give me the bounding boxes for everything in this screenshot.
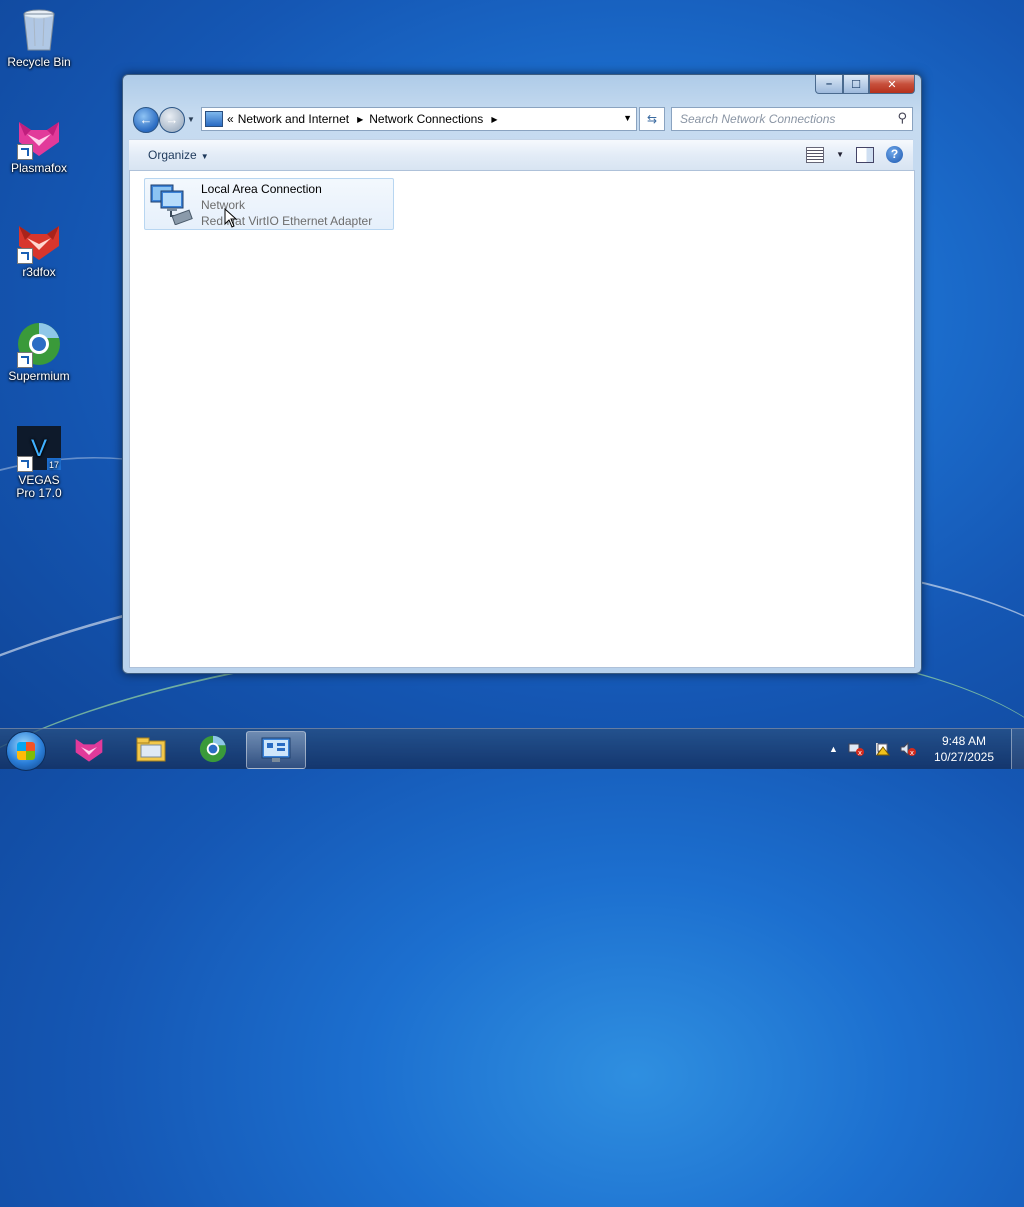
help-icon[interactable]: ?: [886, 146, 903, 163]
shortcut-arrow-icon: [17, 352, 33, 368]
network-connections-window: – ☐ ✕ ← → ▼ « Network and Internet ▶ Net…: [122, 74, 922, 674]
plasmafox-icon: [15, 112, 63, 160]
recent-pages-dropdown[interactable]: ▼: [187, 115, 195, 124]
volume-muted-icon[interactable]: x: [900, 741, 916, 757]
clock[interactable]: 9:48 AM 10/27/2025: [934, 733, 994, 765]
address-overflow[interactable]: «: [227, 112, 234, 126]
connection-item-local-area[interactable]: Local Area Connection Network Red Hat Vi…: [144, 178, 394, 230]
back-button[interactable]: ←: [133, 107, 159, 133]
system-tray: ▲ x x 9:48 AM 10/27/2025: [829, 731, 994, 767]
arrow-right-icon: →: [165, 112, 179, 127]
network-folder-icon: [205, 111, 223, 127]
vegas-pro-icon: V 17: [15, 424, 63, 472]
organize-menu-button[interactable]: Organize ▼: [148, 148, 209, 162]
taskbar-plasmafox[interactable]: [60, 731, 118, 767]
desktop-icon-recycle-bin[interactable]: Recycle Bin: [4, 6, 74, 69]
close-button[interactable]: ✕: [869, 75, 915, 94]
chevron-down-icon: ▼: [200, 152, 209, 161]
maximize-button[interactable]: ☐: [843, 75, 869, 94]
navigation-bar: ← → ▼ « Network and Internet ▶ Network C…: [131, 105, 913, 133]
start-button[interactable]: [6, 731, 46, 771]
refresh-button[interactable]: ⇆: [639, 107, 665, 131]
show-desktop-button[interactable]: [1011, 729, 1024, 769]
clock-time: 9:48 AM: [941, 734, 986, 748]
windows-logo-icon: [17, 742, 35, 760]
organize-label: Organize: [148, 148, 197, 162]
refresh-icon: ⇆: [646, 112, 658, 126]
breadcrumb-separator-icon[interactable]: ▶: [491, 115, 497, 124]
desktop-icon-label: Recycle Bin: [7, 55, 71, 69]
svg-text:x: x: [910, 749, 914, 756]
desktop-icon-label: r3dfox: [22, 265, 56, 279]
taskbar-supermium[interactable]: [184, 731, 242, 767]
desktop-icon-plasmafox[interactable]: Plasmafox: [4, 112, 74, 175]
desktop-icon-r3dfox[interactable]: r3dfox: [4, 216, 74, 279]
minimize-button[interactable]: –: [815, 75, 843, 94]
search-icon[interactable]: ⚲: [897, 110, 907, 126]
desktop-icon-label: Plasmafox: [10, 161, 68, 175]
view-controls: ▼ ?: [806, 146, 903, 163]
preview-pane-icon[interactable]: [856, 146, 874, 163]
svg-text:x: x: [858, 749, 862, 756]
supermium-icon: [199, 735, 227, 763]
command-bar: Organize ▼ ▼ ?: [129, 139, 913, 171]
window-controls: – ☐ ✕: [815, 75, 915, 94]
breadcrumb-separator-icon[interactable]: ▶: [357, 115, 363, 124]
recycle-bin-icon: [15, 6, 63, 54]
shortcut-arrow-icon: [17, 248, 33, 264]
plasmafox-icon: [75, 739, 103, 762]
forward-button[interactable]: →: [159, 107, 185, 133]
desktop-icon-vegas-pro[interactable]: V 17 VEGAS Pro 17.0: [4, 424, 74, 500]
taskbar: ▲ x x 9:48 AM 10/27/2025: [0, 728, 1024, 771]
shortcut-arrow-icon: [17, 144, 33, 160]
breadcrumb-network-and-internet[interactable]: Network and Internet: [238, 112, 349, 126]
desktop-icon-label: VEGAS Pro 17.0: [16, 473, 62, 500]
svg-text:V: V: [31, 435, 47, 462]
taskbar-file-explorer[interactable]: [122, 731, 180, 767]
view-options-dropdown-icon[interactable]: ▼: [836, 150, 844, 159]
taskbar-network-connections[interactable]: [246, 731, 306, 769]
r3dfox-icon: [15, 216, 63, 264]
connections-list: Local Area Connection Network Red Hat Vi…: [129, 170, 915, 668]
address-bar[interactable]: « Network and Internet ▶ Network Connect…: [201, 107, 637, 131]
network-adapter-icon: [149, 183, 195, 226]
breadcrumb-network-connections[interactable]: Network Connections: [369, 112, 483, 126]
desktop-icon-supermium[interactable]: Supermium: [4, 320, 74, 383]
arrow-left-icon: ←: [139, 112, 153, 127]
search-input[interactable]: [678, 109, 887, 129]
show-hidden-icons-button[interactable]: ▲: [829, 744, 838, 754]
folder-icon: [136, 737, 166, 762]
connection-name: Local Area Connection: [201, 182, 322, 196]
clock-date: 10/27/2025: [933, 750, 994, 764]
action-center-warning-icon[interactable]: [874, 742, 890, 756]
desktop-icon-label: Supermium: [8, 369, 70, 383]
change-view-icon[interactable]: [806, 146, 825, 163]
connection-status: Network: [201, 198, 246, 212]
shortcut-arrow-icon: [17, 456, 33, 472]
network-error-icon[interactable]: x: [848, 742, 864, 757]
supermium-icon: [15, 320, 63, 368]
search-box[interactable]: ⚲: [671, 107, 913, 131]
address-dropdown-icon[interactable]: ▼: [623, 113, 632, 123]
network-connections-icon: [261, 737, 291, 762]
svg-text:17: 17: [49, 460, 59, 470]
